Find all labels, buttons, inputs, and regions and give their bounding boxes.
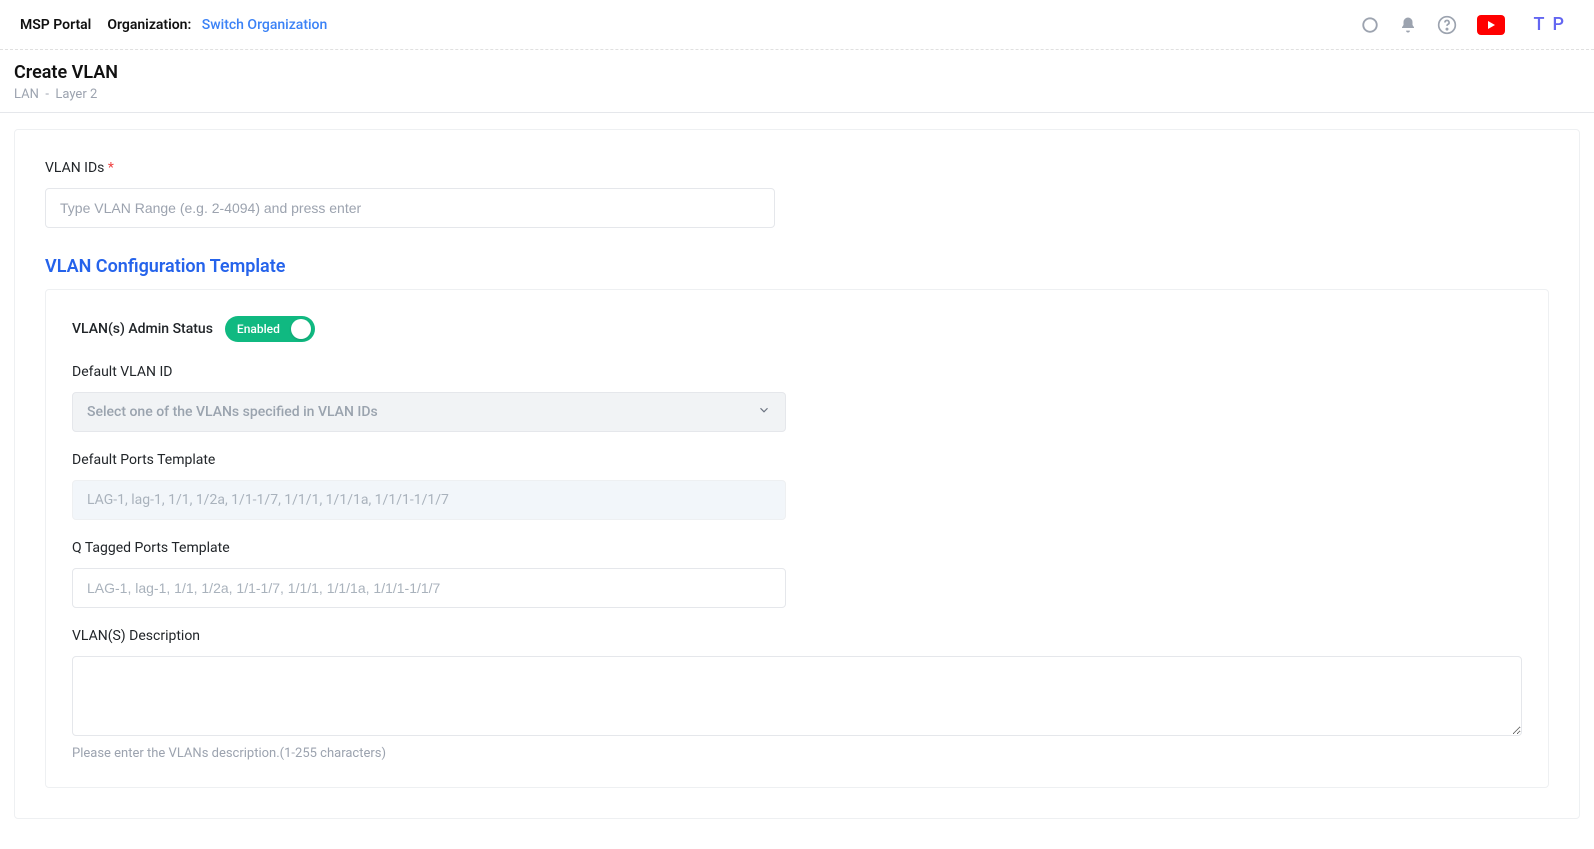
description-label: VLAN(S) Description xyxy=(72,628,1522,644)
vlan-ids-field: VLAN IDs * xyxy=(45,160,1549,228)
toggle-label: Enabled xyxy=(237,322,286,336)
loading-icon[interactable] xyxy=(1361,16,1379,34)
q-tagged-ports-label: Q Tagged Ports Template xyxy=(72,540,1522,556)
breadcrumb-current: Layer 2 xyxy=(55,87,97,102)
top-bar-right: T P xyxy=(1361,10,1574,39)
org-label: Organization: xyxy=(107,17,191,33)
default-ports-placeholder: LAG-1, lag-1, 1/1, 1/2a, 1/1-1/7, 1/1/1,… xyxy=(87,492,449,508)
default-ports-input: LAG-1, lag-1, 1/1, 1/2a, 1/1-1/7, 1/1/1,… xyxy=(72,480,786,520)
content: VLAN IDs * VLAN Configuration Template V… xyxy=(0,113,1594,849)
chevron-down-icon xyxy=(757,403,771,421)
help-icon[interactable] xyxy=(1437,15,1457,35)
admin-status-row: VLAN(s) Admin Status Enabled xyxy=(72,316,1522,342)
org-block: Organization: Switch Organization xyxy=(107,17,327,33)
top-bar: MSP Portal Organization: Switch Organiza… xyxy=(0,0,1594,50)
default-ports-label: Default Ports Template xyxy=(72,452,1522,468)
q-tagged-ports-input[interactable] xyxy=(72,568,786,608)
youtube-icon[interactable] xyxy=(1477,15,1505,35)
portal-name: MSP Portal xyxy=(20,17,91,33)
breadcrumb: LAN - Layer 2 xyxy=(14,87,1580,102)
toggle-knob xyxy=(291,319,311,339)
default-vlan-id-label: Default VLAN ID xyxy=(72,364,1522,380)
q-tagged-ports-field: Q Tagged Ports Template xyxy=(72,540,1522,608)
breadcrumb-parent: LAN xyxy=(14,87,39,102)
description-field: VLAN(S) Description Please enter the VLA… xyxy=(72,628,1522,761)
page-title: Create VLAN xyxy=(14,62,1580,83)
required-star: * xyxy=(108,160,114,176)
breadcrumb-separator: - xyxy=(45,87,49,102)
admin-status-toggle[interactable]: Enabled xyxy=(225,316,315,342)
template-box: VLAN(s) Admin Status Enabled Default VLA… xyxy=(45,289,1549,788)
description-textarea[interactable] xyxy=(72,656,1522,736)
top-bar-left: MSP Portal Organization: Switch Organiza… xyxy=(20,17,327,33)
template-heading: VLAN Configuration Template xyxy=(45,256,1549,277)
vlan-ids-label-text: VLAN IDs xyxy=(45,160,104,176)
default-ports-field: Default Ports Template LAG-1, lag-1, 1/1… xyxy=(72,452,1522,520)
form-card: VLAN IDs * VLAN Configuration Template V… xyxy=(14,129,1580,819)
admin-status-label: VLAN(s) Admin Status xyxy=(72,321,213,337)
default-vlan-id-field: Default VLAN ID Select one of the VLANs … xyxy=(72,364,1522,432)
vlan-ids-label: VLAN IDs * xyxy=(45,160,1549,176)
default-vlan-id-placeholder: Select one of the VLANs specified in VLA… xyxy=(87,404,378,420)
description-helper: Please enter the VLANs description.(1-25… xyxy=(72,746,1522,761)
default-vlan-id-select[interactable]: Select one of the VLANs specified in VLA… xyxy=(72,392,786,432)
avatar[interactable]: T P xyxy=(1525,10,1574,39)
page-header: Create VLAN LAN - Layer 2 xyxy=(0,50,1594,113)
switch-organization-link[interactable]: Switch Organization xyxy=(202,17,328,33)
bell-icon[interactable] xyxy=(1399,16,1417,34)
vlan-ids-input[interactable] xyxy=(45,188,775,228)
